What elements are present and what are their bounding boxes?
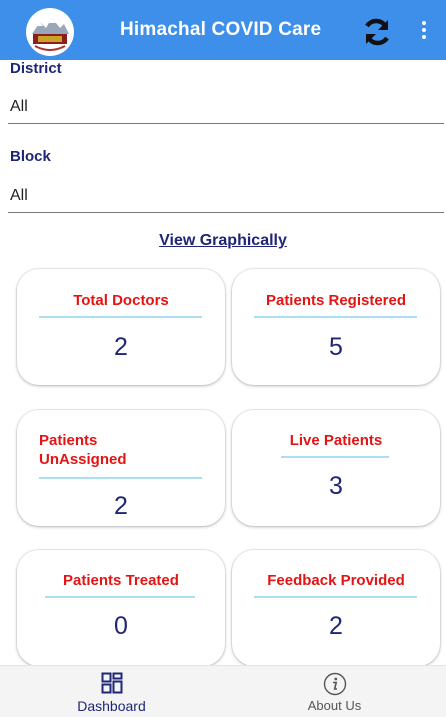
card-patients-treated[interactable]: Patients Treated 0	[17, 550, 225, 666]
dashboard-icon	[101, 672, 123, 699]
info-icon	[323, 672, 347, 701]
card-divider	[281, 456, 389, 458]
view-graphically-link[interactable]: View Graphically	[0, 232, 446, 250]
card-patients-unassigned[interactable]: Patients UnAssigned 2	[17, 410, 225, 526]
nav-about-label: About Us	[307, 698, 362, 713]
card-divider	[39, 316, 202, 318]
nav-dashboard-label: Dashboard	[77, 698, 146, 714]
card-feedback-provided[interactable]: Feedback Provided 2	[232, 550, 440, 666]
card-title: Patients Registered	[265, 292, 407, 309]
bottom-navigation: Dashboard About Us	[0, 665, 446, 717]
more-vert-icon[interactable]	[416, 18, 432, 44]
card-title: Live Patients	[289, 432, 383, 449]
block-value: All	[10, 187, 28, 204]
card-title: Patients UnAssigned	[39, 432, 127, 468]
block-select[interactable]: All	[8, 183, 444, 213]
card-divider	[45, 596, 195, 598]
nav-about-us[interactable]: About Us	[223, 666, 446, 717]
card-patients-registered[interactable]: Patients Registered 5	[232, 269, 440, 385]
card-value: 2	[329, 612, 343, 640]
card-total-doctors[interactable]: Total Doctors 2	[17, 269, 225, 385]
card-value: 0	[114, 612, 128, 640]
card-value: 3	[329, 472, 343, 500]
card-value: 2	[114, 492, 128, 520]
app-bar: Himachal COVID Care	[0, 0, 446, 60]
himachal-emblem-icon	[26, 8, 74, 56]
card-divider	[254, 596, 417, 598]
nav-dashboard[interactable]: Dashboard	[0, 666, 223, 717]
card-title: Patients Treated	[63, 572, 179, 589]
card-value: 5	[329, 333, 343, 361]
app-title: Himachal COVID Care	[120, 19, 322, 40]
district-value: All	[10, 98, 28, 115]
card-divider	[39, 477, 202, 479]
card-value: 2	[114, 333, 128, 361]
block-label: Block	[10, 148, 51, 165]
district-label: District	[10, 60, 62, 77]
card-live-patients[interactable]: Live Patients 3	[232, 410, 440, 526]
card-divider	[254, 316, 417, 318]
card-title: Feedback Provided	[267, 572, 405, 589]
refresh-icon[interactable]	[360, 17, 394, 47]
district-select[interactable]: All	[8, 94, 444, 124]
card-title: Total Doctors	[73, 292, 169, 309]
